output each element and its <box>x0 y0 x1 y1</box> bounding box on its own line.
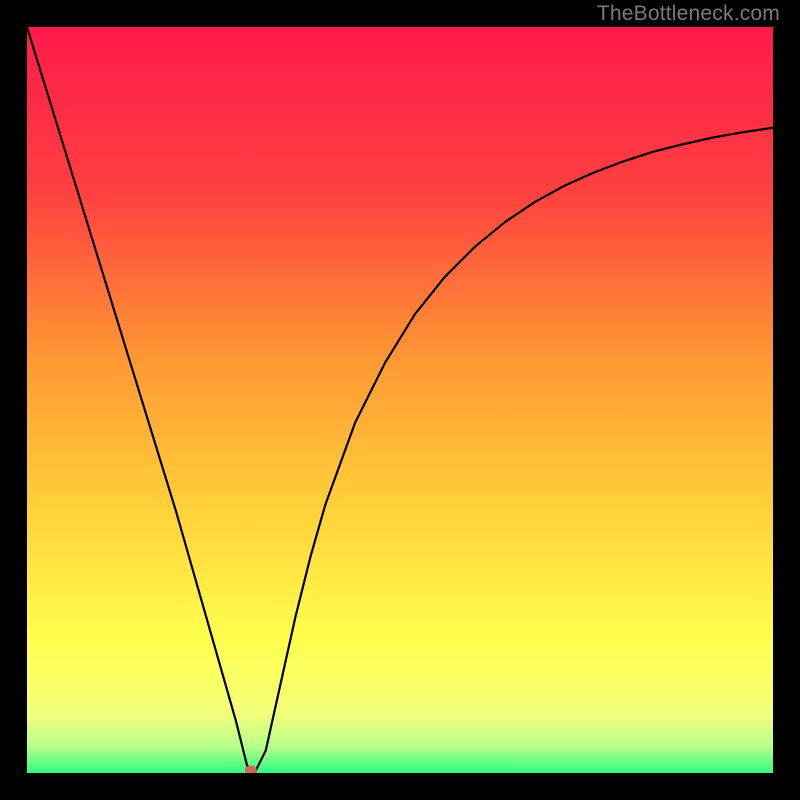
watermark-text: TheBottleneck.com <box>597 2 780 26</box>
plot-area <box>27 27 773 773</box>
gradient-background <box>27 27 773 773</box>
chart-frame: TheBottleneck.com <box>0 0 800 800</box>
chart-svg <box>27 27 773 773</box>
